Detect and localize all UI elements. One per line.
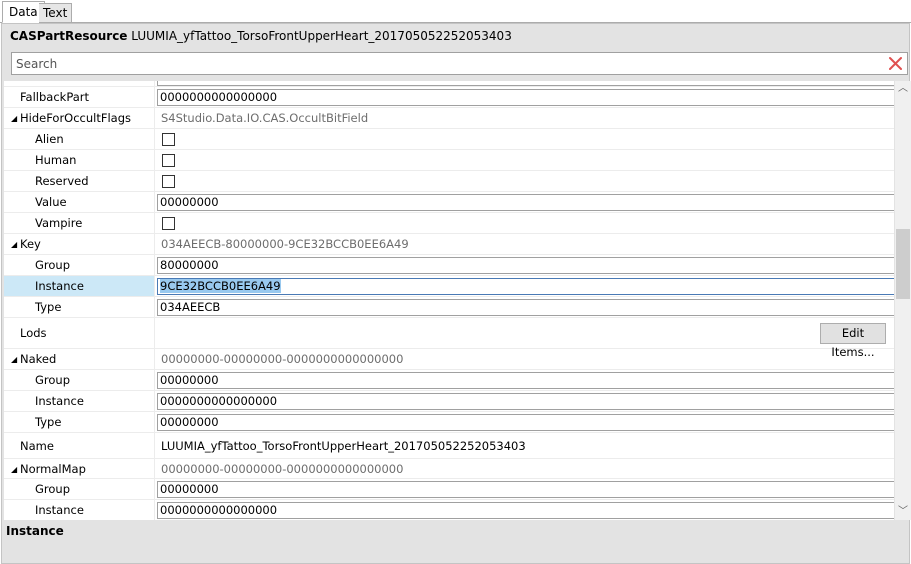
close-icon[interactable] bbox=[887, 55, 904, 72]
property-value-field[interactable]: 0000000000000000 bbox=[157, 393, 894, 410]
triangle-expanded-icon[interactable]: ◢ bbox=[11, 109, 20, 129]
property-row: Alien bbox=[4, 129, 894, 150]
property-row: FallbackPart 0000000000000000 bbox=[4, 87, 894, 108]
property-value-field[interactable]: 00000000 bbox=[157, 414, 894, 431]
property-checkbox[interactable] bbox=[162, 175, 175, 188]
property-label: Vampire bbox=[35, 216, 83, 230]
property-label: Type bbox=[35, 300, 62, 314]
property-label: Lods bbox=[20, 326, 47, 340]
property-label: HideForOccultFlags bbox=[20, 111, 132, 125]
chevron-down-icon[interactable]: ﹀ bbox=[895, 504, 911, 520]
description-title: Instance bbox=[6, 524, 64, 538]
property-label: Group bbox=[35, 373, 71, 387]
property-label: Type bbox=[35, 415, 62, 429]
property-label: Group bbox=[35, 482, 71, 496]
property-label: Group bbox=[35, 258, 71, 272]
property-label: Key bbox=[20, 237, 41, 251]
edit-items-button[interactable]: Edit Items... bbox=[820, 323, 886, 359]
property-label: Naked bbox=[20, 352, 57, 366]
property-row: Human bbox=[4, 150, 894, 171]
triangle-expanded-icon[interactable]: ◢ bbox=[11, 235, 20, 255]
vertical-scrollbar[interactable]: ︿ ﹀ bbox=[895, 81, 911, 520]
property-summary: 00000000-00000000-0000000000000000 bbox=[161, 352, 404, 366]
triangle-expanded-icon[interactable]: ◢ bbox=[11, 460, 20, 480]
property-row-selected: Instance 9CE32BCCB0EE6A49 bbox=[4, 276, 894, 297]
property-row-group: ◢ HideForOccultFlags S4Studio.Data.IO.CAS… bbox=[4, 108, 894, 129]
property-value-field[interactable]: 0000000000000000 bbox=[157, 502, 894, 519]
tab-strip: Data Text bbox=[0, 0, 911, 23]
property-row: Name LUUMIA_yfTattoo_TorsoFrontUpperHear… bbox=[4, 433, 894, 459]
property-value-field[interactable]: 80000000 bbox=[157, 257, 894, 274]
property-label: NormalMap bbox=[20, 462, 86, 476]
scrollbar-thumb[interactable] bbox=[896, 229, 910, 299]
property-label: Instance bbox=[35, 503, 84, 517]
property-row: Reserved bbox=[4, 171, 894, 192]
search-box bbox=[11, 52, 908, 75]
property-row: Lods Edit Items... bbox=[4, 318, 894, 359]
property-row: Vampire bbox=[4, 213, 894, 234]
property-row: Instance 0000000000000000 bbox=[4, 500, 894, 520]
selected-text: 9CE32BCCB0EE6A49 bbox=[160, 279, 281, 293]
property-row-group: ◢ NormalMap 00000000-00000000-00000000000… bbox=[4, 459, 894, 479]
property-value-field[interactable]: 0000000000000000 bbox=[157, 89, 894, 106]
property-label: Instance bbox=[4, 276, 154, 296]
property-value-field[interactable]: 00000000 bbox=[157, 194, 894, 211]
property-value-field[interactable]: 00000000 bbox=[157, 481, 894, 498]
property-summary: 034AEECB-80000000-9CE32BCCB0EE6A49 bbox=[161, 237, 409, 251]
property-label: Reserved bbox=[35, 174, 89, 188]
property-row: Type 00000000 bbox=[4, 412, 894, 433]
property-summary: S4Studio.Data.IO.CAS.OccultBitField bbox=[161, 111, 369, 125]
property-row: Value 00000000 bbox=[4, 192, 894, 213]
tab-text[interactable]: Text bbox=[39, 3, 73, 23]
property-label: Alien bbox=[35, 132, 64, 146]
resource-header: CASPartResource LUUMIA_yfTattoo_TorsoFro… bbox=[10, 29, 512, 43]
property-label: Name bbox=[20, 439, 54, 453]
triangle-expanded-icon[interactable]: ◢ bbox=[11, 350, 20, 370]
property-row: Group 80000000 bbox=[4, 255, 894, 276]
data-panel: CASPartResource LUUMIA_yfTattoo_TorsoFro… bbox=[1, 23, 911, 564]
property-checkbox[interactable] bbox=[162, 133, 175, 146]
property-summary: 00000000-00000000-0000000000000000 bbox=[161, 462, 404, 476]
property-row: Group 00000000 bbox=[4, 479, 894, 500]
property-row: Type 034AEECB bbox=[4, 297, 894, 318]
resource-type: CASPartResource bbox=[10, 29, 128, 43]
property-value-field[interactable]: 034AEECB bbox=[157, 299, 894, 316]
property-label: Instance bbox=[35, 394, 84, 408]
property-label: Value bbox=[35, 195, 67, 209]
property-text-value: LUUMIA_yfTattoo_TorsoFrontUpperHeart_201… bbox=[161, 439, 526, 453]
resource-name: LUUMIA_yfTattoo_TorsoFrontUpperHeart_201… bbox=[131, 29, 512, 43]
property-label: Human bbox=[35, 153, 77, 167]
property-checkbox[interactable] bbox=[162, 217, 175, 230]
search-input[interactable] bbox=[12, 53, 872, 74]
property-label: FallbackPart bbox=[20, 90, 90, 104]
property-row-group: ◢ Naked 00000000-00000000-000000000000000… bbox=[4, 349, 894, 370]
property-value-field[interactable]: 00000000 bbox=[157, 372, 894, 389]
property-row: Group 00000000 bbox=[4, 370, 894, 391]
property-checkbox[interactable] bbox=[162, 154, 175, 167]
property-grid: FallbackPart 0000000000000000 ◢ HideForOc… bbox=[4, 81, 894, 520]
property-row: Instance 0000000000000000 bbox=[4, 391, 894, 412]
property-row-group: ◢ Key 034AEECB-80000000-9CE32BCCB0EE6A49 bbox=[4, 234, 894, 255]
property-value-field[interactable]: 9CE32BCCB0EE6A49 bbox=[157, 278, 894, 295]
chevron-up-icon[interactable]: ︿ bbox=[895, 81, 911, 97]
